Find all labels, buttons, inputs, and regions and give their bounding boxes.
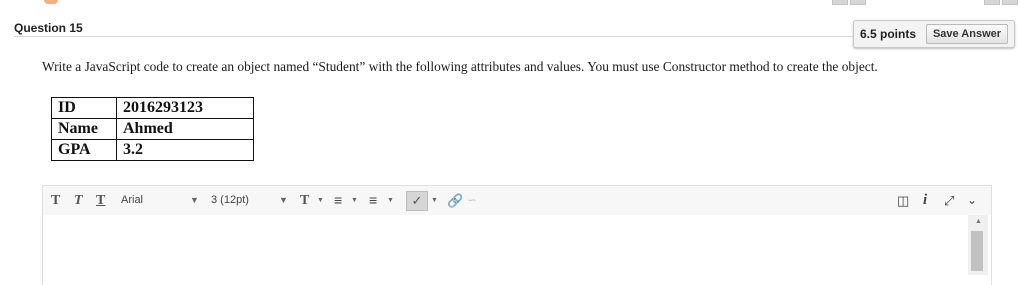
editor-toolbar: T T T Arial ▼ 3 (12pt) ▼ T ▼ ≡ ▼ ≡ ▼ ✓ ▼…	[42, 185, 992, 216]
italic-icon[interactable]: T	[74, 186, 83, 215]
save-answer-button[interactable]: Save Answer	[926, 24, 1008, 44]
info-icon[interactable]: i	[923, 186, 927, 215]
table-cell-key: ID	[51, 97, 117, 119]
fullscreen-icon[interactable]: ⤢	[944, 186, 954, 215]
chevron-down-icon[interactable]: ▼	[279, 186, 288, 215]
points-label: 6.5 points	[860, 27, 917, 41]
underline-icon[interactable]: T	[96, 186, 105, 215]
table-cell-key: GPA	[51, 139, 117, 161]
chevron-down-icon[interactable]: ▼	[317, 186, 324, 215]
top-cropped-decoration	[44, 0, 58, 4]
preview-icon[interactable]: ◫	[897, 186, 909, 215]
top-cropped-button[interactable]	[984, 0, 1000, 5]
question-title: Question 15	[14, 21, 83, 35]
chevron-down-icon[interactable]: ▼	[431, 186, 438, 215]
table-cell-value: Ahmed	[116, 118, 254, 140]
table-cell-value: 3.2	[116, 139, 254, 161]
scroll-up-icon[interactable]: ▲	[975, 218, 982, 225]
link-icon[interactable]: 🔗	[447, 186, 463, 215]
answer-editor[interactable]	[42, 215, 992, 285]
top-cropped-button[interactable]	[832, 0, 848, 5]
table-cell-key: Name	[51, 118, 117, 140]
question-prompt: Write a JavaScript code to create an obj…	[42, 59, 878, 74]
top-cropped-button[interactable]	[850, 0, 866, 5]
scrollbar-thumb[interactable]	[971, 231, 983, 271]
chevron-down-icon[interactable]: ▼	[351, 186, 358, 215]
chevron-down-icon[interactable]: ▼	[190, 186, 199, 215]
top-cropped-button[interactable]	[1002, 0, 1018, 5]
chevron-down-icon[interactable]: ▼	[387, 186, 394, 215]
font-size-select[interactable]: 3 (12pt)	[211, 186, 249, 215]
numbered-list-icon[interactable]: ≡	[369, 186, 377, 215]
bullet-list-icon[interactable]: ≡	[334, 186, 342, 215]
unlink-icon[interactable]: ∽	[467, 186, 477, 215]
bold-icon[interactable]: T	[51, 186, 60, 215]
table-row: Name Ahmed	[51, 118, 254, 140]
question-divider	[14, 36, 860, 37]
table-row: GPA 3.2	[51, 139, 254, 161]
table-row: ID 2016293123	[51, 97, 254, 119]
attributes-table: ID 2016293123 Name Ahmed GPA 3.2	[51, 97, 254, 161]
expand-toolbar-icon[interactable]: ⌄	[967, 186, 977, 215]
table-cell-value: 2016293123	[116, 97, 254, 119]
font-family-select[interactable]: Arial	[121, 186, 143, 215]
spellcheck-icon[interactable]: ✓	[406, 191, 428, 211]
text-color-icon[interactable]: T	[300, 186, 309, 215]
points-panel: 6.5 points Save Answer	[853, 20, 1015, 48]
